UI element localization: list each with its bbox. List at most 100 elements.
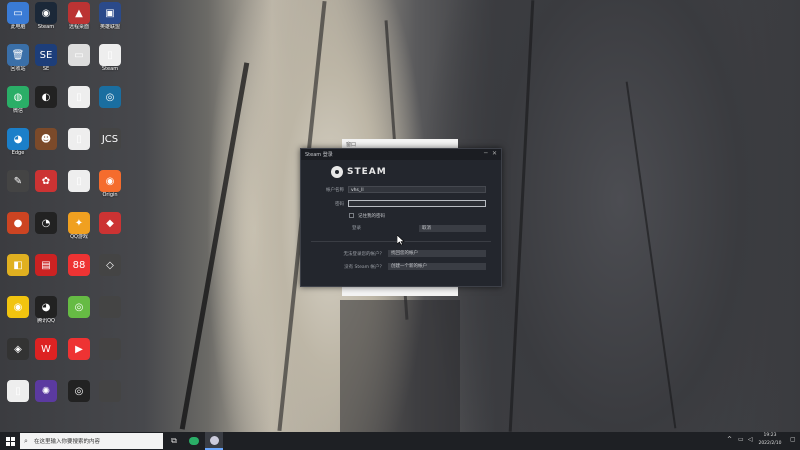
- desktop-icon-label: Steam: [101, 66, 119, 72]
- desktop-icon[interactable]: ◕ 腾讯QQ: [28, 296, 64, 324]
- minimize-icon[interactable]: ─: [484, 150, 488, 157]
- desktop-icon-label: 微信: [12, 108, 23, 114]
- desktop-app-icon: ✎: [7, 170, 29, 192]
- desktop-app-icon: ✦: [68, 212, 90, 234]
- desktop-app-icon: ◎: [68, 296, 90, 318]
- desktop-icon[interactable]: W: [28, 338, 64, 360]
- wechat-taskbar-icon[interactable]: [186, 432, 202, 450]
- remember-password-checkbox[interactable]: [349, 213, 354, 218]
- desktop-app-icon: ▤: [35, 254, 57, 276]
- desktop-icon[interactable]: ◎: [92, 86, 128, 108]
- steam-taskbar-icon[interactable]: [205, 432, 223, 450]
- desktop-app-icon: ▯: [68, 128, 90, 150]
- steam-logo: STEAM: [331, 166, 387, 178]
- desktop-icon-label: QQ游戏: [70, 234, 88, 240]
- desktop-icon[interactable]: ◉ Origin: [92, 170, 128, 198]
- background-window-title: 窗口: [346, 142, 357, 148]
- desktop-icon-label: Edge: [11, 150, 25, 156]
- steam-logo-text: STEAM: [347, 167, 387, 177]
- desktop-icon[interactable]: ▣ 英雄联盟: [92, 2, 128, 30]
- password-label: 密码: [335, 202, 344, 207]
- clock-date[interactable]: 2022/2/10: [751, 441, 789, 446]
- desktop-app-icon: ●: [7, 212, 29, 234]
- dialog-title: Steam 登录: [305, 152, 333, 158]
- desktop-icon[interactable]: [92, 338, 128, 360]
- desktop-app-icon: ◆: [99, 212, 121, 234]
- login-button[interactable]: 登录: [349, 225, 389, 232]
- remember-password-label: 记住我的密码: [358, 214, 385, 219]
- windows-start-icon[interactable]: [0, 432, 20, 450]
- desktop-icon[interactable]: ◇: [92, 254, 128, 276]
- desktop-app-icon: ◕: [35, 296, 57, 318]
- desktop-icon-label: SE: [42, 66, 50, 72]
- desktop-app-icon: ✺: [35, 380, 57, 402]
- cancel-button[interactable]: 取消: [419, 225, 486, 232]
- search-placeholder: 在这里输入你要搜索的内容: [34, 439, 101, 445]
- desktop-icon[interactable]: ▤: [28, 254, 64, 276]
- clock-time[interactable]: 19:23: [757, 433, 783, 438]
- desktop-app-icon: ◉: [35, 2, 57, 24]
- network-icon[interactable]: ▭: [738, 436, 744, 443]
- desktop-app-icon: 🗑: [7, 44, 29, 66]
- desktop-icon[interactable]: ✺: [28, 380, 64, 402]
- steam-login-dialog: Steam 登录 ─ ✕ STEAM 帐户名称 vhs_ll 密码 记住我的密码…: [300, 148, 502, 287]
- desktop-app-icon: ◐: [35, 86, 57, 108]
- desktop-app-icon: ◔: [35, 212, 57, 234]
- taskbar-search-input[interactable]: ⌕ 在这里输入你要搜索的内容: [20, 433, 163, 449]
- desktop-icon-label: Steam: [37, 24, 55, 30]
- desktop-app-icon: ▣: [99, 2, 121, 24]
- desktop-icon[interactable]: ✿: [28, 170, 64, 192]
- desktop-app-icon: ▯: [68, 86, 90, 108]
- desktop-icon[interactable]: ☻: [28, 128, 64, 150]
- password-input[interactable]: [348, 200, 486, 207]
- create-account-button[interactable]: 创建一个新的帐户: [388, 263, 486, 270]
- forgot-account-prompt: 无法登录您的帐户？: [343, 252, 385, 257]
- desktop-app-icon: ◕: [7, 128, 29, 150]
- account-label: 帐户名称: [326, 188, 344, 193]
- search-icon: ⌕: [24, 437, 28, 445]
- desktop-app-icon: 88: [68, 254, 90, 276]
- desktop-icon-label: Origin: [102, 192, 118, 198]
- notification-icon[interactable]: ▢: [790, 436, 796, 443]
- desktop-icon[interactable]: JCS: [92, 128, 128, 150]
- desktop-app-icon: [99, 296, 121, 318]
- desktop-app-icon: ▯: [68, 170, 90, 192]
- desktop-icon[interactable]: [92, 296, 128, 318]
- account-name-input[interactable]: vhs_ll: [348, 186, 486, 193]
- desktop-app-icon: ☻: [35, 128, 57, 150]
- desktop-app-icon: JCS: [99, 128, 121, 150]
- desktop-app-icon: ◇: [99, 254, 121, 276]
- desktop-icon[interactable]: [92, 380, 128, 402]
- desktop-app-icon: ▭: [7, 2, 29, 24]
- desktop-icon[interactable]: ▯ Steam: [92, 44, 128, 72]
- desktop-app-icon: ▶: [68, 338, 90, 360]
- forgot-account-button[interactable]: 找回您的帐户: [388, 250, 486, 257]
- desktop-app-icon: ◉: [7, 296, 29, 318]
- desktop-app-icon: [99, 338, 121, 360]
- desktop-app-icon: [99, 380, 121, 402]
- desktop-icon[interactable]: ◐: [28, 86, 64, 108]
- desktop-app-icon: ◎: [99, 86, 121, 108]
- desktop-icon-label: 腾讯QQ: [37, 318, 55, 324]
- desktop-app-icon: W: [35, 338, 57, 360]
- close-icon[interactable]: ✕: [492, 150, 497, 157]
- desktop-icon[interactable]: ◆: [92, 212, 128, 234]
- desktop-icon[interactable]: ◔: [28, 212, 64, 234]
- desktop-icon[interactable]: ◉ Steam: [28, 2, 64, 30]
- desktop-app-icon: ▲: [68, 2, 90, 24]
- desktop-app-icon: ◈: [7, 338, 29, 360]
- desktop-app-icon: ◉: [99, 170, 121, 192]
- desktop-app-icon: ▭: [68, 44, 90, 66]
- dialog-titlebar[interactable]: Steam 登录 ─ ✕: [301, 149, 501, 160]
- desktop-app-icon: ◧: [7, 254, 29, 276]
- desktop-icon[interactable]: SE SE: [28, 44, 64, 72]
- desktop-app-icon: ◎: [68, 380, 90, 402]
- desktop-app-icon: ✿: [35, 170, 57, 192]
- mouse-cursor-icon: [397, 235, 405, 246]
- desktop-app-icon: SE: [35, 44, 57, 66]
- desktop-app-icon: ▯: [99, 44, 121, 66]
- task-view-icon[interactable]: ⧉: [166, 432, 182, 450]
- tray-chevron-icon[interactable]: ^: [727, 436, 732, 443]
- desktop-icon-label: 英雄联盟: [99, 24, 120, 30]
- create-account-prompt: 没有 Steam 帐户？: [344, 265, 384, 270]
